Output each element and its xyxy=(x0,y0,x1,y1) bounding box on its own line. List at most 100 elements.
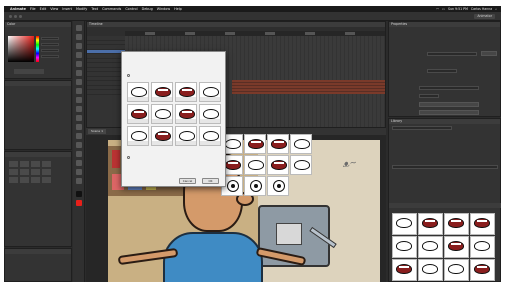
pencil-tool-icon[interactable] xyxy=(76,106,82,112)
menu-app[interactable]: Animate xyxy=(10,7,26,11)
mode-dropdown[interactable] xyxy=(427,69,457,73)
library-item[interactable] xyxy=(392,183,498,187)
distribute-button[interactable] xyxy=(42,169,51,175)
workspace-switcher[interactable]: Animator xyxy=(474,14,495,19)
library-document-dropdown[interactable] xyxy=(392,126,452,130)
mouth-thumbnail[interactable] xyxy=(127,126,149,146)
color-value-field[interactable] xyxy=(41,43,59,46)
mouth-thumbnail[interactable] xyxy=(127,82,149,102)
distribute-button[interactable] xyxy=(20,169,29,175)
mouth-thumbnail[interactable] xyxy=(267,134,289,154)
mouth-thumbnail[interactable] xyxy=(470,236,495,258)
align-left-button[interactable] xyxy=(9,161,18,167)
mouth-thumbnail[interactable] xyxy=(392,236,417,258)
menu-insert[interactable]: Insert xyxy=(62,7,72,11)
lip-syncing-button[interactable] xyxy=(419,110,479,115)
paint-bucket-tool-icon[interactable] xyxy=(76,133,82,139)
color-picker-field[interactable] xyxy=(8,36,34,62)
mouth-thumbnail[interactable] xyxy=(244,134,266,154)
use-frame-picker-button[interactable] xyxy=(419,102,479,107)
stroke-color-swatch[interactable] xyxy=(76,191,82,197)
space-button[interactable] xyxy=(31,177,40,183)
hue-slider[interactable] xyxy=(36,36,39,62)
mouth-thumbnail[interactable] xyxy=(199,126,221,146)
search-icon[interactable]: ⌕ xyxy=(495,7,497,11)
align-center-button[interactable] xyxy=(20,161,29,167)
close-window-icon[interactable] xyxy=(9,15,12,18)
mouth-thumbnail[interactable] xyxy=(127,104,149,124)
cancel-button[interactable]: Cancel xyxy=(179,178,196,184)
library-item[interactable] xyxy=(392,178,498,182)
menu-debug[interactable]: Debug xyxy=(142,7,153,11)
mouth-thumbnail[interactable] xyxy=(175,82,197,102)
user-name[interactable]: Carlos Hanna xyxy=(471,7,492,11)
mouth-thumbnail[interactable] xyxy=(199,82,221,102)
mouth-thumbnail[interactable] xyxy=(175,126,197,146)
selected-frame-span[interactable] xyxy=(232,80,385,94)
eraser-tool-icon[interactable] xyxy=(76,151,82,157)
eye-thumbnail[interactable] xyxy=(244,176,266,196)
lasso-tool-icon[interactable] xyxy=(76,52,82,58)
mouth-thumbnail[interactable] xyxy=(418,236,443,258)
mouth-thumbnail[interactable] xyxy=(418,213,443,235)
subselection-tool-icon[interactable] xyxy=(76,34,82,40)
bone-tool-icon[interactable] xyxy=(76,124,82,130)
wifi-icon[interactable]: ◠ xyxy=(436,7,439,11)
mouth-thumbnail[interactable] xyxy=(444,236,469,258)
battery-icon[interactable]: ▭ xyxy=(442,7,445,11)
clock-text[interactable]: Sun 9:51 PM xyxy=(448,7,468,11)
mouth-thumbnail[interactable] xyxy=(151,104,173,124)
dialog-option[interactable] xyxy=(127,156,132,160)
menu-view[interactable]: View xyxy=(50,7,58,11)
mouth-thumbnail[interactable] xyxy=(418,259,443,281)
align-right-button[interactable] xyxy=(31,161,40,167)
mouth-thumbnail[interactable] xyxy=(290,134,312,154)
library-search-input[interactable] xyxy=(392,165,498,169)
loop-dropdown[interactable] xyxy=(419,86,479,90)
menu-commands[interactable]: Commands xyxy=(102,7,121,11)
first-frame-field[interactable] xyxy=(419,94,439,98)
menu-text[interactable]: Text xyxy=(91,7,98,11)
zoom-tool-icon[interactable] xyxy=(76,178,82,184)
zoom-window-icon[interactable] xyxy=(19,15,22,18)
mouth-thumbnail[interactable] xyxy=(151,82,173,102)
mouth-thumbnail[interactable] xyxy=(267,155,289,175)
text-tool-icon[interactable] xyxy=(76,70,82,76)
color-value-field[interactable] xyxy=(41,55,59,58)
mouth-thumbnail[interactable] xyxy=(470,213,495,235)
mouth-thumbnail[interactable] xyxy=(392,213,417,235)
selection-tool-icon[interactable] xyxy=(76,25,82,31)
match-size-button[interactable] xyxy=(20,177,29,183)
eyedropper-tool-icon[interactable] xyxy=(76,142,82,148)
line-tool-icon[interactable] xyxy=(76,79,82,85)
ok-button[interactable]: OK xyxy=(202,178,219,184)
free-transform-tool-icon[interactable] xyxy=(76,43,82,49)
match-size-button[interactable] xyxy=(9,177,18,183)
menu-window[interactable]: Window xyxy=(157,7,170,11)
menu-control[interactable]: Control xyxy=(125,7,137,11)
menu-file[interactable]: File xyxy=(30,7,36,11)
camera-tool-icon[interactable] xyxy=(76,160,82,166)
align-top-button[interactable] xyxy=(42,161,51,167)
rectangle-tool-icon[interactable] xyxy=(76,88,82,94)
library-item[interactable] xyxy=(392,173,498,177)
instance-name-field[interactable] xyxy=(427,52,477,56)
brush-tool-icon[interactable] xyxy=(76,115,82,121)
space-button[interactable] xyxy=(42,177,51,183)
swap-button[interactable] xyxy=(481,51,497,56)
mouth-thumbnail[interactable] xyxy=(244,155,266,175)
menu-modify[interactable]: Modify xyxy=(76,7,87,11)
mouth-thumbnail[interactable] xyxy=(444,259,469,281)
mouth-thumbnail[interactable] xyxy=(151,126,173,146)
scene-tab[interactable]: Scene 1 xyxy=(88,129,107,134)
dialog-option[interactable] xyxy=(127,74,132,78)
color-value-field[interactable] xyxy=(41,49,59,52)
mouth-thumbnail[interactable] xyxy=(199,104,221,124)
oval-tool-icon[interactable] xyxy=(76,97,82,103)
distribute-button[interactable] xyxy=(9,169,18,175)
mouth-thumbnail[interactable] xyxy=(175,104,197,124)
mouth-thumbnail[interactable] xyxy=(470,259,495,281)
pen-tool-icon[interactable] xyxy=(76,61,82,67)
add-swatch-button[interactable] xyxy=(14,69,44,74)
layer-row[interactable] xyxy=(87,90,125,95)
